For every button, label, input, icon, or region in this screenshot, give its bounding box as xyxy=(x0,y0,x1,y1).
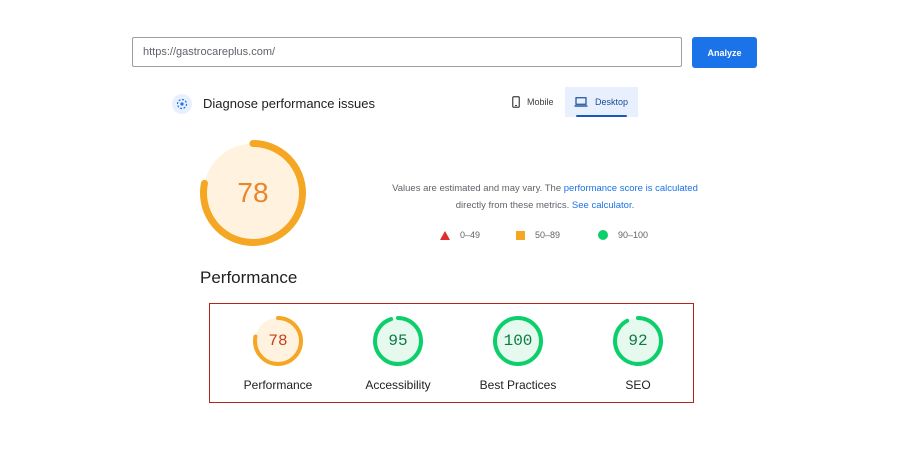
score-value: 95 xyxy=(388,332,408,350)
note-text-3: . xyxy=(631,200,635,211)
see-calculator-link[interactable]: See calculator xyxy=(572,200,632,211)
tab-active-indicator xyxy=(576,115,627,117)
category-accessibility[interactable]: 95 Accessibility xyxy=(338,316,458,392)
note-text-2: directly from these metrics. xyxy=(455,200,572,211)
category-seo[interactable]: 92 SEO xyxy=(578,316,698,392)
tab-desktop[interactable]: Desktop xyxy=(565,87,638,117)
score-gauge: 95 xyxy=(373,316,423,366)
analyze-button[interactable]: Analyze xyxy=(692,37,757,68)
tab-mobile-label: Mobile xyxy=(527,97,554,107)
category-label: SEO xyxy=(625,378,651,392)
category-label: Accessibility xyxy=(365,378,431,392)
score-gauge: 92 xyxy=(613,316,663,366)
legend-average-label: 50–89 xyxy=(535,230,561,240)
performance-score-calculated-link[interactable]: performance score is calculated xyxy=(564,183,698,194)
tab-desktop-label: Desktop xyxy=(595,97,629,107)
laptop-icon xyxy=(574,97,588,107)
score-gauge: 100 xyxy=(493,316,543,366)
performance-heading: Performance xyxy=(200,268,298,287)
main-score-value: 78 xyxy=(237,177,269,208)
legend-fail-label: 0–49 xyxy=(460,230,481,240)
legend-average: 50–89 xyxy=(516,230,560,240)
score-note: Values are estimated and may vary. The p… xyxy=(370,180,720,214)
score-value: 92 xyxy=(628,332,648,350)
category-scores-box: 78 Performance 95 Accessibility 100 Best… xyxy=(209,303,694,403)
category-label: Best Practices xyxy=(479,378,557,392)
mobile-icon xyxy=(512,96,520,108)
legend-pass: 90–100 xyxy=(598,230,648,240)
legend-pass-label: 90–100 xyxy=(618,230,649,240)
circle-icon xyxy=(598,230,608,240)
legend-fail: 0–49 xyxy=(440,230,480,240)
score-value: 78 xyxy=(268,332,288,350)
page-title: Diagnose performance issues xyxy=(203,96,375,111)
category-label: Performance xyxy=(243,378,313,392)
square-icon xyxy=(516,230,525,240)
note-text-1: Values are estimated and may vary. The xyxy=(392,183,564,194)
diagnose-icon xyxy=(172,94,192,114)
triangle-icon xyxy=(440,230,450,240)
category-best-practices[interactable]: 100 Best Practices xyxy=(458,316,578,392)
category-performance[interactable]: 78 Performance xyxy=(218,316,338,392)
tab-mobile[interactable]: Mobile xyxy=(503,87,563,117)
score-value: 100 xyxy=(503,332,533,350)
score-gauge: 78 xyxy=(253,316,303,366)
url-input[interactable] xyxy=(132,37,682,67)
